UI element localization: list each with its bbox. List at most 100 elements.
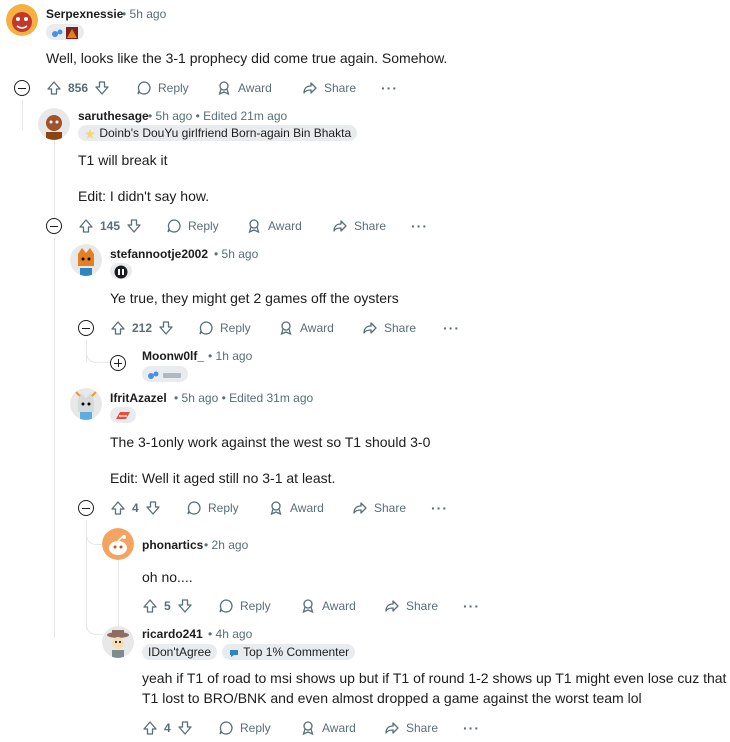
top-commenter-badge: Top 1% Commenter [222,644,356,660]
more-options-button[interactable]: ··· [411,218,428,234]
thread-connector [86,520,103,545]
reply-label: Reply [208,501,239,515]
comment-bubble-icon [167,219,181,233]
vote-group: 145 [78,214,142,238]
upvote-icon[interactable] [110,320,126,336]
share-icon [385,600,399,612]
upvote-icon[interactable] [110,500,126,516]
upvote-icon[interactable] [46,80,62,96]
reply-label: Reply [188,219,219,233]
username[interactable]: phonartics [142,538,203,552]
vote-group: 212 [110,316,174,340]
downvote-icon[interactable] [177,720,193,736]
comment-meta: • 5h ago • Edited 21m ago [148,109,288,123]
comment-body: The 3-1only work against the west so T1 … [110,434,431,450]
comment-bubble-icon [219,721,233,735]
vote-count: 5 [164,599,171,613]
expand-thread-button[interactable] [110,355,126,371]
share-label: Share [354,219,387,233]
more-options-button[interactable]: ··· [431,500,448,516]
username[interactable]: IfritAzazel [110,391,167,405]
vote-group: 4 [142,716,193,740]
award-label: Award [322,721,356,735]
more-options-button[interactable]: ··· [381,80,398,96]
upvote-icon[interactable] [78,218,94,234]
share-button[interactable]: Share [362,316,416,340]
avatar[interactable] [70,244,102,276]
share-button[interactable]: Share [384,716,438,740]
comment-bubble-icon [199,321,213,335]
flair-emote-icon [148,371,181,379]
award-button[interactable]: Award [300,594,356,618]
reply-label: Reply [240,721,271,735]
more-options-button[interactable]: ··· [463,720,480,736]
award-icon [280,321,292,336]
award-button[interactable]: Award [300,716,356,740]
collapse-thread-button[interactable] [78,500,94,516]
vote-count: 4 [164,721,171,735]
award-icon [270,501,282,516]
downvote-icon[interactable] [145,500,161,516]
comment-body: Ye true, they might get 2 games off the … [110,290,399,306]
share-button[interactable]: Share [352,496,406,520]
comment-body: T1 lost to BRO/BNK and even almost dropp… [142,690,642,706]
comment-meta: • 5h ago [214,247,259,261]
more-options-button[interactable]: ··· [443,320,460,336]
vote-count: 145 [100,219,121,233]
collapse-thread-button[interactable] [14,80,30,96]
downvote-icon[interactable] [126,218,142,234]
award-button[interactable]: Award [216,76,272,100]
username[interactable]: Moonw0lf_ [142,349,204,363]
award-label: Award [300,321,334,335]
user-flair: IDon'tAgree [142,644,217,660]
vote-group: 5 [142,594,193,618]
star-icon [85,128,95,139]
award-icon [302,721,314,736]
collapse-thread-button[interactable] [46,218,62,234]
share-label: Share [406,721,439,735]
username[interactable]: ricardo241 [142,627,203,641]
share-label: Share [374,501,407,515]
award-button[interactable]: Award [278,316,334,340]
reply-button[interactable]: Reply [218,594,271,618]
share-label: Share [384,321,417,335]
reply-label: Reply [240,599,271,613]
reply-button[interactable]: Reply [166,214,219,238]
share-label: Share [324,81,357,95]
share-button[interactable]: Share [384,594,438,618]
comment-bubble-icon [187,501,201,515]
avatar[interactable] [102,528,134,560]
reply-button[interactable]: Reply [136,76,189,100]
username[interactable]: stefannootje2002 [110,247,208,261]
downvote-icon[interactable] [94,80,110,96]
flair-emote-icon [52,26,78,39]
comment-meta: • 5h ago • Edited 31m ago [174,391,314,405]
comment-meta: • 1h ago [208,349,253,363]
avatar[interactable] [38,108,70,140]
collapse-thread-button[interactable] [78,320,94,336]
share-icon [333,220,347,232]
downvote-icon[interactable] [177,598,193,614]
reply-button[interactable]: Reply [218,716,271,740]
reply-button[interactable]: Reply [198,316,251,340]
award-label: Award [268,219,302,233]
share-button[interactable]: Share [302,76,356,100]
avatar[interactable] [6,4,38,36]
user-flair-icons [46,24,84,40]
avatar[interactable] [102,626,134,658]
avatar[interactable] [70,388,102,420]
thread-line [22,100,23,130]
award-button[interactable]: Award [246,214,302,238]
comment-body: Edit: I didn't say how. [78,188,210,204]
upvote-icon[interactable] [142,720,158,736]
user-flair: Doinb's DouYu girlfriend Born-again Bin … [78,125,358,141]
share-button[interactable]: Share [332,214,386,238]
award-icon [248,219,260,234]
more-options-button[interactable]: ··· [463,598,480,614]
username[interactable]: Serpexnessie [46,7,123,21]
reply-button[interactable]: Reply [186,496,239,520]
downvote-icon[interactable] [158,320,174,336]
upvote-icon[interactable] [142,598,158,614]
award-button[interactable]: Award [268,496,324,520]
username[interactable]: saruthesage [78,109,149,123]
